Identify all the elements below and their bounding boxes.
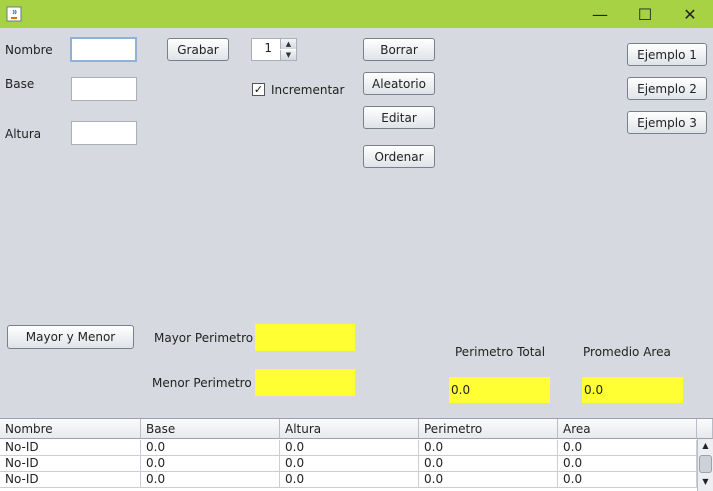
cell-base: 0.0 bbox=[141, 472, 280, 488]
minimize-button[interactable]: — bbox=[577, 0, 623, 28]
borrar-button[interactable]: Borrar bbox=[363, 38, 435, 61]
quantity-spinner[interactable]: 1 ▲ ▼ bbox=[251, 38, 297, 61]
nombre-input[interactable] bbox=[70, 37, 137, 62]
title-bar: — ☐ ✕ bbox=[0, 0, 713, 28]
ordenar-button[interactable]: Ordenar bbox=[363, 145, 435, 168]
java-app-icon bbox=[6, 6, 22, 22]
close-button[interactable]: ✕ bbox=[667, 0, 713, 28]
perimetro-total-value: 0.0 bbox=[449, 377, 550, 403]
ejemplo-2-button[interactable]: Ejemplo 2 bbox=[627, 77, 707, 100]
altura-input[interactable] bbox=[71, 121, 137, 145]
scroll-up-icon[interactable]: ▲ bbox=[698, 439, 713, 453]
cell-nombre: No-ID bbox=[0, 456, 141, 472]
promedio-area-label: Promedio Area bbox=[583, 345, 671, 359]
nombre-label: Nombre bbox=[5, 43, 53, 57]
cell-perimetro: 0.0 bbox=[419, 456, 558, 472]
menor-perimetro-field bbox=[255, 369, 355, 396]
scroll-thumb[interactable] bbox=[699, 455, 712, 473]
ejemplo-3-button[interactable]: Ejemplo 3 bbox=[627, 111, 707, 134]
results-table: Nombre Base Altura Perimetro Area No-ID … bbox=[0, 418, 713, 491]
cell-area: 0.0 bbox=[558, 440, 697, 456]
editar-button[interactable]: Editar bbox=[363, 106, 435, 129]
column-header-nombre[interactable]: Nombre bbox=[0, 419, 141, 439]
cell-perimetro: 0.0 bbox=[419, 472, 558, 488]
cell-area: 0.0 bbox=[558, 472, 697, 488]
altura-label: Altura bbox=[5, 127, 42, 141]
grabar-button[interactable]: Grabar bbox=[167, 38, 229, 61]
aleatorio-button[interactable]: Aleatorio bbox=[363, 72, 435, 95]
base-input[interactable] bbox=[71, 77, 137, 101]
cell-base: 0.0 bbox=[141, 456, 280, 472]
spinner-value: 1 bbox=[264, 41, 272, 55]
column-header-corner bbox=[697, 419, 713, 439]
cell-altura: 0.0 bbox=[280, 456, 419, 472]
vertical-scrollbar[interactable]: ▲ ▼ bbox=[697, 439, 713, 491]
spinner-down-icon[interactable]: ▼ bbox=[280, 50, 296, 60]
incrementar-checkbox[interactable]: ✓ bbox=[252, 83, 265, 96]
column-header-perimetro[interactable]: Perimetro bbox=[419, 419, 558, 439]
table-row[interactable]: No-ID 0.0 0.0 0.0 0.0 bbox=[0, 440, 697, 456]
scroll-down-icon[interactable]: ▼ bbox=[698, 475, 713, 489]
spinner-up-icon[interactable]: ▲ bbox=[280, 39, 296, 49]
mayor-perimetro-field bbox=[255, 324, 355, 351]
incrementar-label: Incrementar bbox=[271, 83, 345, 97]
cell-altura: 0.0 bbox=[280, 472, 419, 488]
perimetro-total-label: Perimetro Total bbox=[455, 345, 546, 359]
cell-perimetro: 0.0 bbox=[419, 440, 558, 456]
cell-base: 0.0 bbox=[141, 440, 280, 456]
cell-altura: 0.0 bbox=[280, 440, 419, 456]
column-header-area[interactable]: Area bbox=[558, 419, 697, 439]
column-header-base[interactable]: Base bbox=[141, 419, 280, 439]
column-header-altura[interactable]: Altura bbox=[280, 419, 419, 439]
cell-nombre: No-ID bbox=[0, 472, 141, 488]
maximize-button[interactable]: ☐ bbox=[622, 0, 668, 28]
menor-perimetro-label: Menor Perimetro bbox=[152, 376, 252, 390]
mayor-perimetro-label: Mayor Perimetro bbox=[154, 331, 254, 345]
cell-nombre: No-ID bbox=[0, 440, 141, 456]
table-row[interactable]: No-ID 0.0 0.0 0.0 0.0 bbox=[0, 472, 697, 488]
cell-area: 0.0 bbox=[558, 456, 697, 472]
ejemplo-1-button[interactable]: Ejemplo 1 bbox=[627, 43, 707, 66]
base-label: Base bbox=[5, 77, 35, 91]
table-row[interactable]: No-ID 0.0 0.0 0.0 0.0 bbox=[0, 456, 697, 472]
mayor-menor-button[interactable]: Mayor y Menor bbox=[7, 325, 134, 349]
promedio-area-value: 0.0 bbox=[582, 377, 683, 403]
